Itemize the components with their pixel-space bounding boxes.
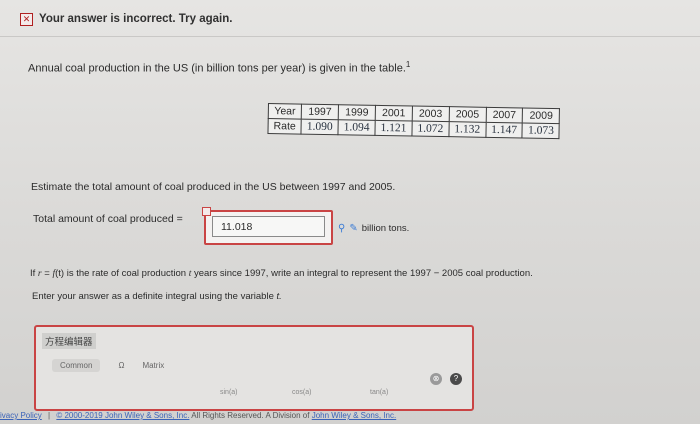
- editor-actions: ⊗ ?: [430, 373, 462, 385]
- editor-tabs: Common Ω Matrix: [52, 359, 164, 372]
- search-icon[interactable]: ⚲: [338, 223, 345, 234]
- row-header: Year: [268, 103, 302, 120]
- tab-common[interactable]: Common: [52, 359, 101, 372]
- table-cell: 2007: [485, 107, 523, 123]
- delete-icon[interactable]: ⊗: [430, 373, 442, 385]
- table-cell: 1997: [301, 104, 339, 120]
- row-header: Rate: [267, 118, 302, 135]
- answer-input[interactable]: 11.018: [212, 216, 325, 237]
- feedback-text: Your answer is incorrect. Try again.: [39, 13, 233, 25]
- data-table: Year 1997 1999 2001 2003 2005 2007 2009 Rate 1.09…: [267, 103, 560, 139]
- help-icon[interactable]: ?: [450, 373, 462, 385]
- footer: ivacy Policy | © 2000-2019 John Wiley & …: [0, 411, 700, 424]
- x-icon: ✕: [20, 12, 33, 26]
- prompt-eq: =: [41, 268, 53, 279]
- func-tan-button[interactable]: tan(a): [370, 389, 388, 396]
- func-arg: (t): [55, 268, 65, 279]
- answer-label: Total amount of coal produced =: [33, 213, 183, 225]
- rights-text: All Rights Reserved. A Division of: [191, 411, 310, 420]
- footnote-mark: 1: [405, 60, 411, 69]
- privacy-link[interactable]: ivacy Policy: [0, 411, 42, 420]
- table-cell: 1999: [338, 104, 376, 121]
- copyright-link[interactable]: © 2000-2019 John Wiley & Sons, Inc.: [56, 411, 189, 420]
- prompt-part: If: [30, 268, 38, 279]
- table-cell: 2001: [375, 105, 413, 122]
- tab-matrix[interactable]: Matrix: [142, 359, 164, 372]
- company-link[interactable]: John Wiley & Sons, Inc.: [312, 411, 396, 420]
- table-cell: 1.090: [301, 119, 339, 135]
- table-cell: 2003: [412, 106, 450, 122]
- table-cell: 1.147: [485, 122, 523, 138]
- func-cos-button[interactable]: cos(a): [292, 389, 311, 396]
- table-cell: 1.094: [338, 119, 376, 136]
- answer-unit: ⚲ ✎ billion tons.: [338, 223, 409, 234]
- table-cell: 1.073: [522, 122, 560, 139]
- divider: [0, 36, 700, 37]
- editor-title: 方程编辑器: [42, 333, 96, 349]
- func-sin-button[interactable]: sin(a): [220, 389, 238, 396]
- editor-functions: sin(a) cos(a) tan(a): [70, 389, 470, 399]
- table-cell: 2005: [448, 106, 487, 123]
- page: ✕ Your answer is incorrect. Try again. A…: [0, 0, 700, 424]
- table-cell: 2009: [522, 107, 560, 124]
- equation-editor[interactable]: 方程编辑器 Common Ω Matrix ⊗ ? sin(a) cos(a) …: [34, 325, 474, 411]
- instruction-var: t.: [276, 291, 282, 302]
- feedback-banner: ✕ Your answer is incorrect. Try again.: [20, 9, 320, 29]
- tab-symbols[interactable]: Ω: [118, 359, 124, 372]
- estimate-prompt: Estimate the total amount of coal produc…: [31, 181, 396, 193]
- edit-icon[interactable]: ✎: [349, 223, 357, 234]
- unit-text: billion tons.: [361, 223, 410, 234]
- table-cell: 1.072: [411, 121, 449, 137]
- prompt-part: is the rate of coal production: [64, 268, 189, 279]
- question-intro: Annual coal production in the US (in bil…: [28, 60, 410, 75]
- instruction: Enter your answer as a definite integral…: [32, 291, 282, 302]
- prompt-part: years since 1997, write an integral to r…: [191, 268, 533, 279]
- table-cell: 1.121: [374, 120, 413, 137]
- field-status-icon: [202, 207, 211, 216]
- table-cell: 1.132: [448, 121, 486, 138]
- question-text: Annual coal production in the US (in bil…: [28, 62, 406, 75]
- instruction-text: Enter your answer as a definite integral…: [32, 291, 277, 302]
- answer-field-frame[interactable]: 11.018: [202, 207, 333, 245]
- integral-prompt: If r = f(t) is the rate of coal producti…: [30, 268, 670, 279]
- footer-sep: |: [48, 411, 51, 420]
